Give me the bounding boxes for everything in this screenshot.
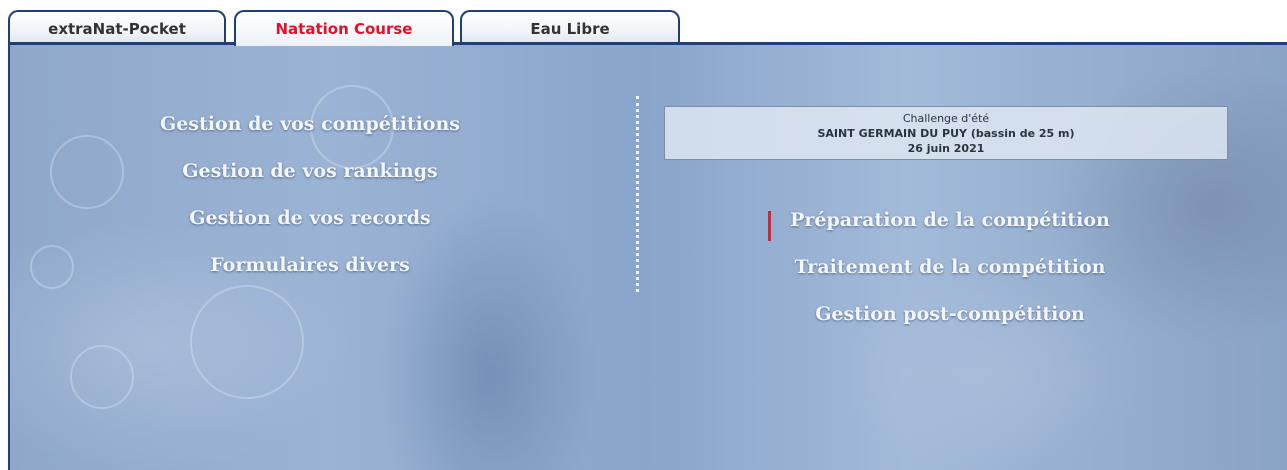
dotted-divider bbox=[636, 96, 639, 292]
link-gestion-records[interactable]: Gestion de vos records bbox=[120, 206, 500, 253]
decorative-bubble bbox=[50, 135, 124, 209]
decorative-bubble bbox=[70, 345, 134, 409]
tab-extranat-pocket[interactable]: extraNat-Pocket bbox=[8, 10, 226, 44]
tab-eau-libre[interactable]: Eau Libre bbox=[460, 10, 680, 44]
competition-menu-left: Gestion de vos compétitions Gestion de v… bbox=[120, 112, 500, 300]
link-formulaires-divers[interactable]: Formulaires divers bbox=[120, 253, 500, 300]
link-gestion-post-competition[interactable]: Gestion post-compétition bbox=[760, 302, 1140, 349]
competition-date: 26 juin 2021 bbox=[907, 142, 985, 155]
link-preparation-competition[interactable]: Préparation de la compétition bbox=[760, 208, 1140, 255]
competition-info-box: Challenge d'été SAINT GERMAIN DU PUY (ba… bbox=[664, 106, 1228, 160]
link-gestion-competitions[interactable]: Gestion de vos compétitions bbox=[120, 112, 500, 159]
decorative-bubble bbox=[190, 285, 304, 399]
link-gestion-rankings[interactable]: Gestion de vos rankings bbox=[120, 159, 500, 206]
tab-natation-course[interactable]: Natation Course bbox=[234, 10, 454, 46]
competition-location: SAINT GERMAIN DU PUY (bassin de 25 m) bbox=[817, 127, 1075, 140]
tab-bar: extraNat-Pocket Natation Course Eau Libr… bbox=[8, 10, 1287, 46]
competition-name: Challenge d'été bbox=[902, 112, 990, 125]
competition-menu-right: Préparation de la compétition Traitement… bbox=[760, 208, 1140, 349]
decorative-bubble bbox=[30, 245, 74, 289]
link-traitement-competition[interactable]: Traitement de la compétition bbox=[760, 255, 1140, 302]
